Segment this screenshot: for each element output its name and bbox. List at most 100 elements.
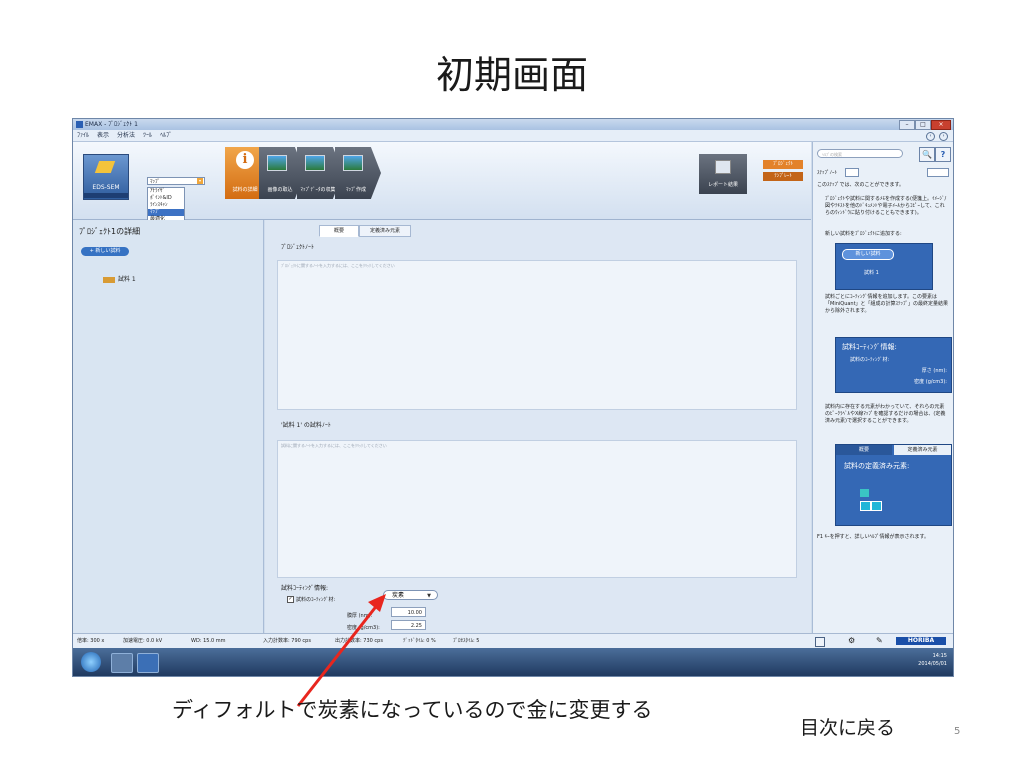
taskbar-clock: 14:15 2014/05/01 [918, 652, 947, 668]
menu-tools[interactable]: ﾂｰﾙ [139, 130, 156, 141]
element-tile [871, 501, 882, 511]
eds-label: EDS-SEM [92, 184, 120, 191]
new-sample-label: 新しい試料 [95, 248, 121, 254]
start-button-icon[interactable] [81, 652, 101, 672]
density-input[interactable]: 2.25 [391, 620, 426, 630]
template-button[interactable]: ﾃﾝﾌﾟﾚｰﾄ [763, 172, 803, 181]
help-bullet-4: 試料内に存在する元素がわかっていて、それらの元素のﾋﾟｰｸﾗﾍﾞﾙやX線ﾏｯﾌﾟ… [825, 404, 946, 424]
help-coating-density: 密度 (g/cm3): [914, 379, 947, 385]
tab-defined-elements[interactable]: 定義済み元素 [359, 225, 411, 237]
menu-analysis[interactable]: 分析法 [113, 130, 139, 141]
help-elem-title: 試料の定義済み元素: [844, 462, 910, 470]
horiba-logo: HORIBA [896, 637, 946, 645]
coating-material-value: 炭素 [392, 592, 405, 599]
maximize-button[interactable]: □ [915, 120, 931, 130]
window-title: EMAX - ﾌﾟﾛｼﾞｪｸﾄ 1 [85, 121, 138, 128]
help-coating-thickness: 厚さ (nm): [921, 368, 947, 374]
status-process-time: ﾌﾟﾛｾｽﾀｲﾑ: 5 [453, 638, 480, 644]
help-bullet-3: 試料ごとにｺｰﾃｨﾝｸﾞ情報を追加します。この要素は「MiniQuant」と「組… [825, 294, 949, 314]
slide-title: 初期画面 [435, 53, 588, 97]
back-to-toc-link[interactable]: 目次に戻る [800, 713, 895, 740]
help-mini-new-sample: 新しい試料 [842, 249, 894, 260]
project-note-title: ﾌﾟﾛｼﾞｪｸﾄﾉｰﾄ [281, 244, 315, 251]
edit-icon[interactable] [844, 168, 859, 177]
explorer-icon[interactable] [111, 653, 133, 673]
help-mini-panel: 新しい試料 試料 1 [835, 243, 933, 290]
project-panel-title: ﾌﾟﾛｼﾞｪｸﾄ1の詳細 [79, 227, 141, 236]
coating-material-select[interactable]: 炭素 ▼ [383, 590, 438, 600]
pen-icon[interactable]: ✎ [876, 634, 883, 648]
map-create-button[interactable]: ﾏｯﾌﾟ作成 [335, 147, 381, 199]
close-button[interactable]: × [931, 120, 951, 130]
analysis-mode-select[interactable]: ﾏｯﾌﾟ ▾ [147, 177, 205, 185]
analysis-mode-dropdown: ｱﾅﾗｲｻﾞ ﾎﾟｲﾝﾄ&ID ﾗｲﾝｽｷｬﾝ ﾏｯﾌﾟ 最適化 [147, 187, 185, 224]
menu-bar: ﾌｧｲﾙ 表示 分析法 ﾂｰﾙ ﾍﾙﾌﾟ ‹ › [73, 130, 953, 142]
back-nav-icon[interactable]: ‹ [926, 132, 935, 141]
sample-details-label: 試料の詳細 [232, 187, 258, 193]
forward-nav-icon[interactable]: › [939, 132, 948, 141]
help-elements-box: 概要 定義済み元素 試料の定義済み元素: [835, 444, 952, 526]
new-sample-button[interactable]: + 新しい試料 [81, 247, 129, 256]
report-icon [715, 160, 731, 174]
analysis-mode-value: ﾏｯﾌﾟ [150, 179, 161, 185]
element-tile [860, 489, 869, 497]
help-bullet-1: ﾌﾟﾛｼﾞｪｸﾄや試料に関するﾒﾓを作成する(便箋上。ｲﾒｰｼﾞ/図やﾃｷｽﾄを… [825, 196, 947, 216]
sample-note-field[interactable]: 試料に関するﾉｰﾄを入力するには、ここをｸﾘｯｸしてください [277, 440, 797, 578]
page-number: 5 [954, 726, 961, 737]
menu-file[interactable]: ﾌｧｲﾙ [73, 130, 93, 141]
status-output-count: 出力計数率: 730 cps [335, 638, 383, 644]
image-capture-label: 画像の取込 [267, 187, 293, 193]
emax-taskbar-icon[interactable] [137, 653, 159, 673]
coating-checkbox[interactable]: ✓ [287, 596, 294, 603]
minimize-button[interactable]: – [899, 120, 915, 130]
status-voltage: 加速電圧: 0.0 kV [123, 638, 163, 644]
sample-tree-item[interactable]: 試料 1 [103, 274, 136, 283]
status-magnification: 倍率: 300 x [77, 638, 105, 644]
coating-checkbox-label: 試料のｺｰﾃｨﾝｸﾞ材: [296, 597, 336, 603]
help-window-controls[interactable] [927, 168, 949, 177]
dropdown-item[interactable]: ｱﾅﾗｲｻﾞ [148, 188, 184, 195]
help-coating-check: 試料のｺｰﾃｨﾝｸﾞ材: [850, 357, 890, 363]
map-create-label: ﾏｯﾌﾟ作成 [345, 187, 366, 193]
element-tile [860, 501, 871, 511]
search-icon[interactable]: 🔍 [919, 147, 935, 162]
status-input-count: 入力計数率: 790 cps [263, 638, 311, 644]
info-icon: i [236, 151, 254, 169]
project-note-field[interactable]: ﾌﾟﾛｼﾞｪｸﾄに関するﾉｰﾄを入力するには、ここをｸﾘｯｸしてください [277, 260, 797, 410]
eds-expand-bar[interactable] [84, 193, 128, 198]
project-panel: ﾌﾟﾛｼﾞｪｸﾄ1の詳細 + 新しい試料 試料 1 [73, 220, 264, 633]
sample-tree-label: 試料 1 [118, 276, 136, 283]
clock-date: 2014/05/01 [918, 661, 947, 667]
help-elem-tab-2: 定義済み元素 [894, 445, 951, 455]
microscope-icon[interactable]: ⚙ [848, 634, 855, 648]
help-panel: ﾍﾙﾌﾟの検索 🔍 ? ｽﾃｯﾌﾟﾉｰﾄ このｽﾃｯﾌﾟでは、次のことができます… [812, 142, 953, 633]
thickness-input[interactable]: 10.00 [391, 607, 426, 617]
sample-note-title: '試料 1' の試料ﾉｰﾄ [281, 422, 331, 429]
details-pane: 概要 定義済み元素 ﾌﾟﾛｼﾞｪｸﾄﾉｰﾄ ﾌﾟﾛｼﾞｪｸﾄに関するﾉｰﾄを入力… [265, 220, 811, 633]
dropdown-item-selected[interactable]: ﾏｯﾌﾟ [148, 209, 184, 216]
map-create-icon [343, 155, 363, 171]
status-bar: 倍率: 300 x 加速電圧: 0.0 kV WD: 15.0 mm 入力計数率… [73, 633, 953, 648]
chevron-down-icon[interactable]: ▾ [197, 178, 203, 184]
dropdown-item[interactable]: ﾗｲﾝｽｷｬﾝ [148, 202, 184, 209]
help-icon[interactable]: ? [935, 147, 951, 162]
menu-view[interactable]: 表示 [93, 130, 113, 141]
eds-logo-icon [94, 161, 116, 173]
help-search-input[interactable]: ﾍﾙﾌﾟの検索 [817, 149, 903, 158]
report-button[interactable]: レポート結果 [699, 154, 747, 194]
project-template-button[interactable]: ﾌﾟﾛｼﾞｪｸﾄ [763, 160, 803, 169]
play-icon[interactable] [815, 637, 825, 647]
help-tab-label[interactable]: ｽﾃｯﾌﾟﾉｰﾄ [817, 170, 837, 176]
report-label: レポート結果 [707, 182, 738, 188]
coating-checkbox-row[interactable]: ✓ 試料のｺｰﾃｨﾝｸﾞ材: [287, 596, 335, 603]
density-label: 密度 (g/cm3): [347, 625, 380, 631]
map-data-icon [305, 155, 325, 171]
dropdown-item[interactable]: ﾎﾟｲﾝﾄ&ID [148, 195, 184, 202]
menu-help[interactable]: ﾍﾙﾌﾟ [156, 130, 176, 141]
tab-overview[interactable]: 概要 [319, 225, 359, 237]
help-mini-sample: 試料 1 [864, 270, 879, 276]
ribbon: EDS-SEM ﾏｯﾌﾟ ▾ ｱﾅﾗｲｻﾞ ﾎﾟｲﾝﾄ&ID ﾗｲﾝｽｷｬﾝ ﾏ… [73, 142, 811, 224]
status-dead-time: ﾃﾞｯﾄﾞﾀｲﾑ: 0 % [403, 638, 436, 644]
help-coating-box: 試料ｺｰﾃｨﾝｸﾞ情報: 試料のｺｰﾃｨﾝｸﾞ材: 厚さ (nm): 密度 (g… [835, 337, 952, 393]
eds-sem-button[interactable]: EDS-SEM [83, 154, 129, 200]
